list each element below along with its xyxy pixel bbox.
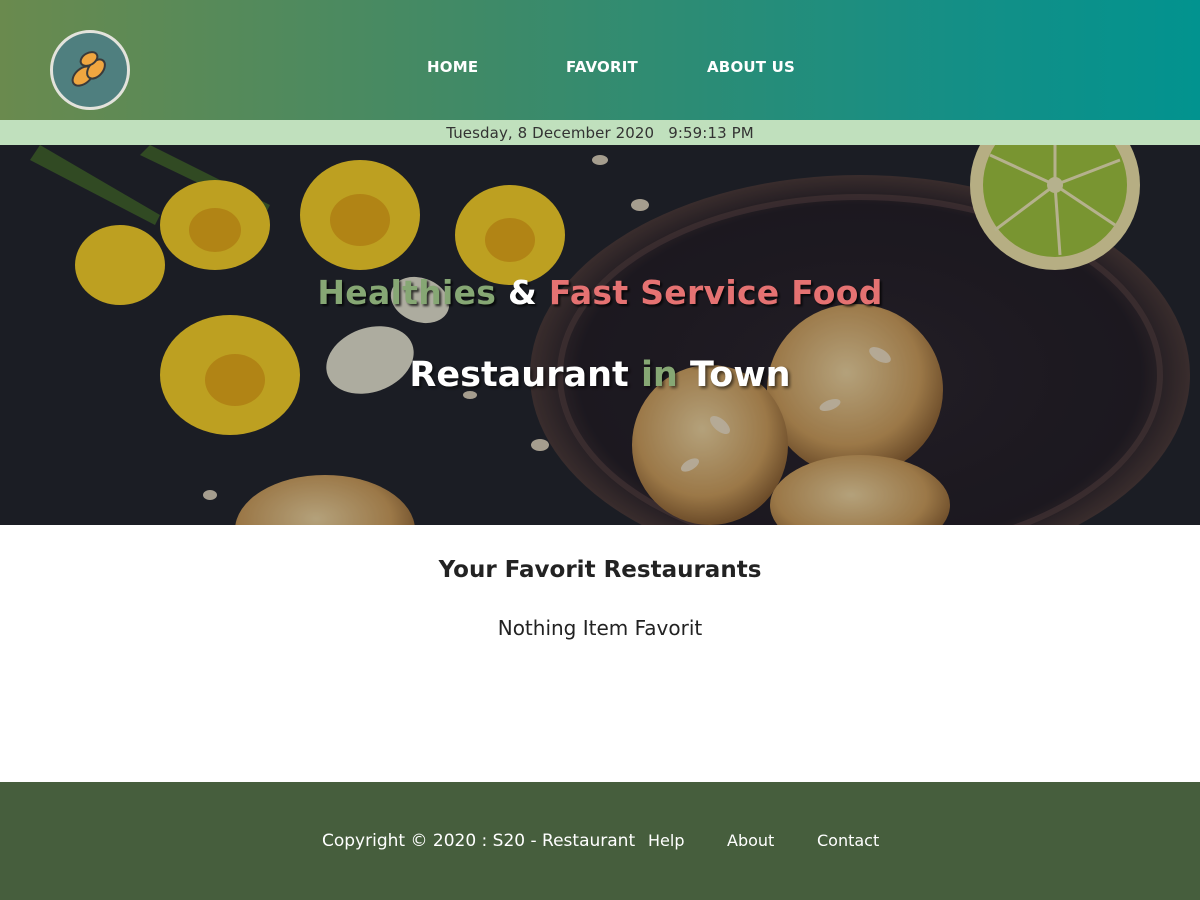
copyright-text: Copyright © 2020 : S20 - Restaurant xyxy=(322,831,636,851)
hero-word-restaurant: Restaurant xyxy=(409,355,629,395)
current-date: Tuesday, 8 December 2020 xyxy=(446,123,655,142)
hero-headline: Healthies & Fast Service Food xyxy=(0,273,1200,312)
date-time-bar: Tuesday, 8 December 2020 9:59:13 PM xyxy=(0,120,1200,145)
app-header: HOME FAVORIT ABOUT US xyxy=(0,0,1200,120)
empty-state-message: Nothing Item Favorit xyxy=(497,616,703,640)
footer-contact-link[interactable]: Contact xyxy=(817,831,879,850)
current-time: 9:59:13 PM xyxy=(668,123,754,142)
hero-word-fast-service-food: Fast Service Food xyxy=(548,273,883,312)
page-footer: Copyright © 2020 : S20 - Restaurant Help… xyxy=(0,782,1200,900)
hero-word-town: Town xyxy=(690,355,791,395)
nav-favorit-link[interactable]: FAVORIT xyxy=(566,58,638,76)
hero-subheadline: Restaurant in Town xyxy=(0,355,1200,395)
nav-home-link[interactable]: HOME xyxy=(427,58,478,76)
nav-about-us-link[interactable]: ABOUT US xyxy=(707,58,795,76)
favorites-section: Your Favorit Restaurants Nothing Item Fa… xyxy=(0,525,1200,782)
hero-word-in: in xyxy=(640,355,678,395)
footer-help-link[interactable]: Help xyxy=(648,831,684,850)
hero-word-healthies: Healthies xyxy=(317,273,497,312)
hero-word-ampersand: & xyxy=(508,273,538,312)
footer-about-link[interactable]: About xyxy=(727,831,774,850)
page-title: Your Favorit Restaurants xyxy=(438,557,762,583)
main-nav: HOME FAVORIT ABOUT US xyxy=(0,0,1200,120)
hero-banner: Healthies & Fast Service Food Restaurant… xyxy=(0,145,1200,525)
